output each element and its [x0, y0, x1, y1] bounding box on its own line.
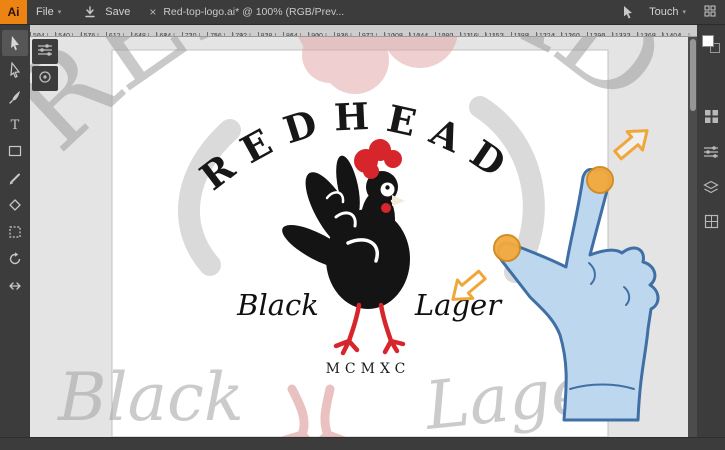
- workspace-switcher[interactable]: Touch ▾: [640, 0, 695, 24]
- vertical-scrollbar[interactable]: [688, 37, 697, 437]
- free-transform-tool[interactable]: [2, 219, 28, 245]
- svg-text:T: T: [11, 118, 20, 132]
- panel-grid-button[interactable]: [695, 0, 725, 24]
- file-menu-label: File: [36, 6, 54, 18]
- adjustments-panel-tab[interactable]: [32, 39, 58, 64]
- sliders-icon: [703, 145, 719, 162]
- app-icon[interactable]: Ai: [0, 0, 27, 24]
- shaper-tool[interactable]: [2, 192, 28, 218]
- sliders-icon: [37, 43, 53, 60]
- logo-word-black: Black: [236, 288, 319, 322]
- status-bar: [0, 437, 725, 450]
- type-tool[interactable]: T: [2, 111, 28, 137]
- workspace-label: Touch: [649, 6, 679, 18]
- horizontal-ruler[interactable]: 504 540 576 612 648 684 720 756 792 828 864 900 936 9…: [30, 25, 697, 37]
- swatches-panel-button[interactable]: [698, 105, 724, 131]
- ghost-word-black: Black: [57, 359, 244, 436]
- save-button[interactable]: Save: [70, 0, 139, 24]
- artboards-panel-button[interactable]: [698, 210, 724, 236]
- fill-stroke-indicator[interactable]: [702, 35, 720, 53]
- direct-selection-tool[interactable]: [2, 57, 28, 83]
- paintbrush-tool[interactable]: [2, 84, 28, 110]
- canvas-area[interactable]: REDHEAD Black Lager: [30, 37, 688, 437]
- swatches-icon: [704, 109, 719, 127]
- color-panel-tab[interactable]: [32, 66, 58, 91]
- scrollbar-thumb[interactable]: [689, 39, 696, 111]
- application-bar: Ai File ▾ Save × Red-top-logo.ai* @ 100%…: [0, 0, 725, 25]
- app-icon-label: Ai: [7, 5, 20, 19]
- illustrator-window: Ai File ▾ Save × Red-top-logo.ai* @ 100%…: [0, 0, 725, 450]
- save-icon: [79, 0, 101, 24]
- reflect-tool[interactable]: [2, 273, 28, 299]
- adjustments-panel-button[interactable]: [698, 140, 724, 166]
- chevron-down-icon: ▾: [57, 8, 62, 16]
- file-menu[interactable]: File ▾: [27, 0, 70, 24]
- layers-panel-button[interactable]: [698, 175, 724, 201]
- close-icon[interactable]: ×: [149, 6, 156, 18]
- save-label: Save: [105, 6, 131, 18]
- rotate-tool[interactable]: [2, 246, 28, 272]
- tools-panel: T: [0, 25, 30, 437]
- ruler-tick-labels: 504 540 576 612 648 684 720 756 792 828 864 900 936 9…: [30, 25, 697, 36]
- collapsed-panel-tabs: [32, 39, 58, 91]
- document-tab[interactable]: × Red-top-logo.ai* @ 100% (RGB/Prev...: [139, 0, 354, 24]
- panels-dock: [697, 25, 725, 437]
- touch-pointer-icon: [616, 0, 640, 24]
- pencil-tool[interactable]: [2, 165, 28, 191]
- rooster-eye: [385, 185, 390, 190]
- logo-year: MCMXC: [326, 361, 411, 377]
- selection-tool[interactable]: [2, 30, 28, 56]
- circle-icon: [38, 70, 52, 87]
- document-tab-title: Red-top-logo.ai* @ 100% (RGB/Prev...: [163, 6, 345, 18]
- artboard-tool[interactable]: [2, 138, 28, 164]
- document-canvas[interactable]: REDHEAD Black Lager: [30, 37, 688, 437]
- fill-color-icon[interactable]: [702, 35, 714, 47]
- chevron-down-icon: ▾: [682, 8, 686, 16]
- artboards-icon: [704, 214, 719, 232]
- workspace-grid-icon: [704, 5, 716, 20]
- layers-icon: [703, 179, 719, 198]
